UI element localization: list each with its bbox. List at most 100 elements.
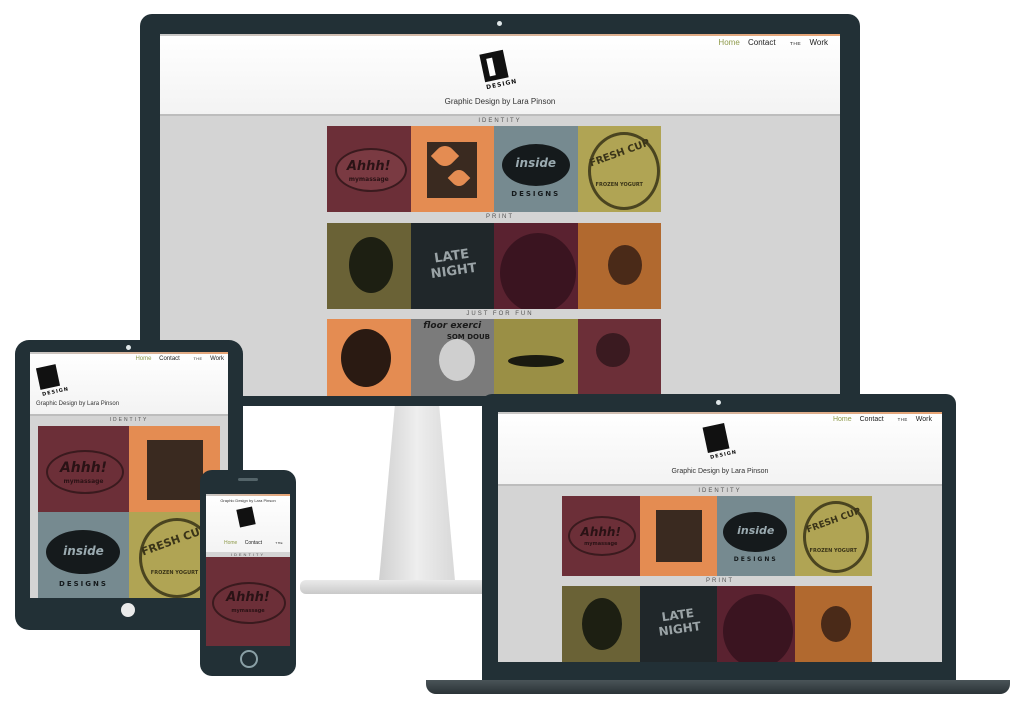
main-nav: Home Contact THE Work — [827, 416, 932, 423]
nav-work-link[interactable]: THE Work — [784, 38, 828, 47]
nav-work-link[interactable]: THE Work — [892, 416, 932, 423]
nav-home-link[interactable]: Home — [135, 356, 151, 362]
tile-flower[interactable] — [410, 126, 494, 212]
print-grid: LATE NIGHT — [562, 586, 872, 662]
nav-work-link[interactable]: THE Work — [188, 356, 225, 362]
nav-home-link[interactable]: Home — [833, 416, 852, 423]
tile-inside[interactable]: inside DESIGNS — [38, 512, 129, 598]
nav-contact-link[interactable]: Contact — [860, 416, 884, 423]
site-header: Home Contact THE Work DESIGN Graphic Des… — [498, 412, 942, 486]
nav-work-label: Work — [809, 38, 828, 47]
home-button-icon[interactable] — [240, 650, 258, 668]
site-tagline: Graphic Design by Lara Pinson — [444, 97, 556, 106]
fun-grid: floor exerci SOM DOUB — [327, 319, 661, 396]
creature-body — [607, 245, 642, 285]
section-identity: IDENTITY — [206, 552, 290, 557]
tile-ahhh[interactable]: Ahhh! mymassage — [327, 126, 411, 212]
logo-icon — [236, 506, 260, 532]
cup-shape — [500, 233, 576, 309]
tile-freshcup[interactable]: FRESH CUP FROZEN YOGURT — [794, 496, 872, 576]
desktop-screen: Home Contact THE Work DESIGN Graphic Des… — [160, 34, 840, 396]
nav-work-prefix: THE — [275, 541, 284, 545]
nav-work-prefix: THE — [897, 417, 908, 422]
print-grid: LATE NIGHT — [327, 223, 661, 309]
identity-grid: Ahhh! mymassage inside DESIGNS FRESH CUP… — [562, 496, 872, 576]
tile-portrait[interactable] — [327, 223, 411, 309]
nav-work-label: Work — [915, 416, 932, 423]
nav-home-link[interactable]: Home — [224, 540, 237, 546]
monitor-base — [300, 580, 500, 594]
latenight-text: LATE NIGHT — [429, 246, 478, 283]
tile-mustache[interactable] — [494, 319, 578, 396]
logo-icon: DESIGN — [702, 422, 738, 462]
nav-contact-link[interactable]: Contact — [748, 38, 776, 47]
nav-work-link[interactable]: THE Work — [269, 540, 290, 546]
tile-ahhh[interactable]: Ahhh! mymassage — [562, 496, 640, 576]
inside-subtext: DESIGNS — [59, 580, 108, 588]
mustache-icon — [508, 355, 564, 367]
site-tagline: Graphic Design by Lara Pinson — [671, 468, 769, 475]
floor-text: floor exerci — [423, 321, 482, 331]
tile-inside[interactable]: inside DESIGNS — [494, 126, 578, 212]
portrait-head — [349, 237, 393, 293]
tile-freshcup[interactable]: FRESH CUP FROZEN YOGURT — [577, 126, 661, 212]
laptop-base — [426, 680, 1010, 694]
freshcup-subtext: FROZEN YOGURT — [595, 182, 643, 188]
section-print: PRINT — [486, 214, 514, 220]
home-button-icon[interactable] — [121, 603, 135, 617]
ahhh-subtext: mymassage — [348, 176, 389, 183]
main-nav: Home Contact THE Work — [129, 356, 224, 362]
phone-screen: Graphic Design by Lara Pinson Home Conta… — [206, 494, 290, 646]
nav-contact-link[interactable]: Contact — [245, 540, 262, 546]
tile-creature[interactable] — [794, 586, 872, 662]
portrait-head — [582, 598, 622, 650]
speaker-icon — [238, 478, 258, 481]
tablet-screen: Home Contact THE Work DESIGN Graphic Des… — [30, 352, 228, 598]
inside-text: inside — [737, 524, 775, 537]
monitor-stand — [378, 402, 456, 592]
flower-frame — [147, 440, 203, 500]
section-print: PRINT — [706, 578, 734, 584]
inside-subtext: DESIGNS — [511, 190, 561, 198]
tile-globe[interactable] — [577, 319, 661, 396]
dog-head — [341, 329, 391, 387]
nav-home-link[interactable]: Home — [718, 38, 739, 47]
section-fun: JUST FOR FUN — [466, 311, 534, 317]
logo-icon: DESIGN — [35, 364, 70, 398]
globe-icon — [595, 333, 630, 367]
camera-icon — [126, 345, 131, 350]
tile-ahhh[interactable]: Ahhh! mymassage — [38, 426, 129, 512]
nav-work-label: Work — [210, 356, 224, 362]
logo-icon: DESIGN — [478, 48, 518, 92]
site-tagline: Graphic Design by Lara Pinson — [220, 498, 276, 503]
creature-body — [820, 606, 851, 642]
main-nav: Home Contact THE Work — [712, 38, 828, 47]
tile-latenight[interactable]: LATE NIGHT — [410, 223, 494, 309]
cup-shape — [723, 594, 793, 662]
tile-creature[interactable] — [577, 223, 661, 309]
tile-dog[interactable] — [327, 319, 411, 396]
ahhh-text: Ahhh! — [346, 159, 391, 174]
tile-flower[interactable] — [639, 496, 717, 576]
section-identity: IDENTITY — [109, 417, 149, 423]
nav-contact-link[interactable]: Contact — [159, 356, 180, 362]
tile-portrait[interactable] — [562, 586, 640, 662]
inside-subtext: DESIGNS — [733, 556, 778, 563]
inside-text: inside — [515, 156, 557, 170]
tile-latenight[interactable]: LATE NIGHT — [639, 586, 717, 662]
main-nav: Home Contact THE Work — [218, 540, 290, 546]
camera-icon — [716, 400, 721, 405]
tile-floor[interactable]: floor exerci SOM DOUB — [410, 319, 494, 396]
tile-cup[interactable] — [494, 223, 578, 309]
logo-mark — [236, 506, 256, 528]
ahhh-text: Ahhh! — [59, 460, 108, 476]
tile-ahhh[interactable]: Ahhh! mymassage — [206, 560, 290, 646]
tile-cup[interactable] — [717, 586, 795, 662]
ahhh-subtext: mymassage — [584, 541, 618, 547]
tile-inside[interactable]: inside DESIGNS — [717, 496, 795, 576]
latenight-text: LATE NIGHT — [657, 605, 702, 639]
site-header: Home Contact THE Work DESIGN Graphic Des… — [30, 352, 228, 416]
flower-frame — [655, 510, 702, 562]
tablet-identity-grid: Ahhh! mymassage inside DESIGNS FRESH CUP… — [38, 426, 220, 598]
ahhh-text: Ahhh! — [580, 525, 621, 539]
